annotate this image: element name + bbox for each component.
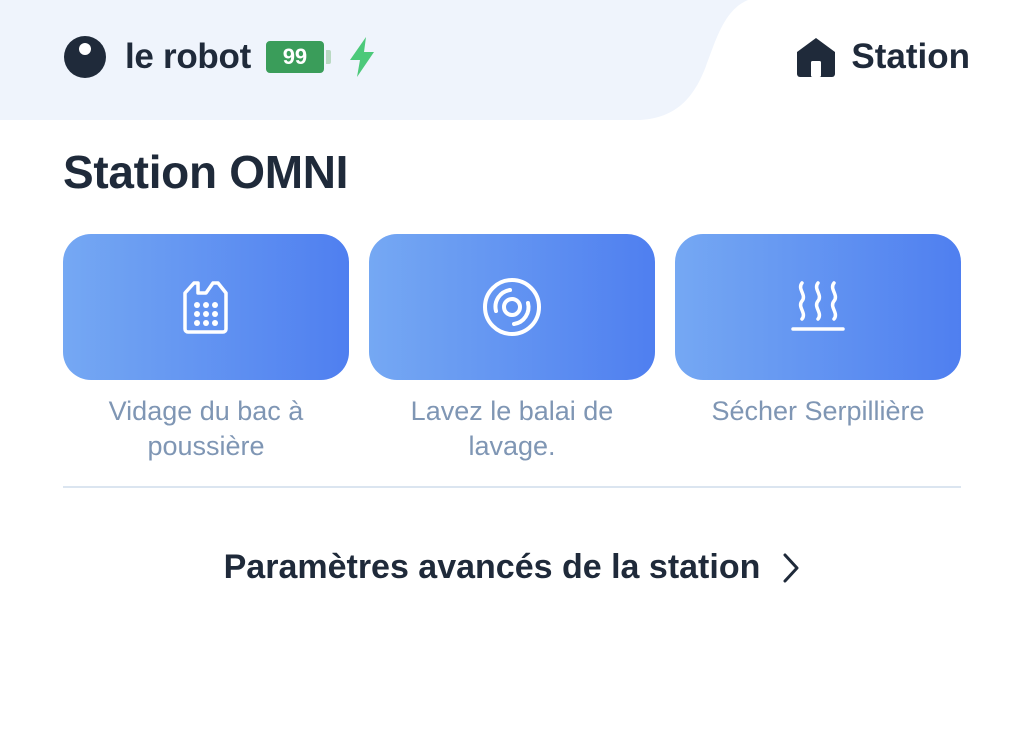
home-icon <box>797 38 836 77</box>
dust-bin-icon <box>183 281 228 334</box>
advanced-settings-label: Paramètres avancés de la station <box>223 548 761 586</box>
chevron-right-icon <box>783 553 799 582</box>
dry-mop-label: Sécher Serpillière <box>711 396 925 426</box>
empty-dust-bin-button[interactable] <box>63 234 349 380</box>
empty-dust-bin-label: Vidage du bac à poussière <box>108 396 304 461</box>
robot-vacuum-icon <box>64 36 106 78</box>
charging-bolt-icon <box>349 37 374 77</box>
page-title: Station OMNI <box>63 146 349 198</box>
battery-indicator: 99 <box>265 41 331 73</box>
battery-cap <box>325 50 331 64</box>
battery-level: 99 <box>265 41 324 73</box>
wash-mop-button[interactable] <box>369 234 655 380</box>
robot-name: le robot <box>125 37 251 76</box>
station-actions: Vidage du bac à poussière Lavez le balai… <box>63 234 961 464</box>
device-tab-bar: le robot 99 Station <box>0 0 1024 120</box>
dry-mop-action[interactable]: Sécher Serpillière <box>675 234 961 464</box>
mop-wash-icon <box>483 278 541 336</box>
empty-dust-bin-action[interactable]: Vidage du bac à poussière <box>63 234 349 464</box>
tab-robot[interactable]: le robot 99 <box>64 36 377 78</box>
advanced-station-settings-link[interactable]: Paramètres avancés de la station <box>0 548 1024 587</box>
section-divider <box>63 486 961 488</box>
dry-mop-button[interactable] <box>675 234 961 380</box>
station-tab-label: Station <box>851 37 970 76</box>
heat-dry-icon <box>791 281 845 331</box>
wash-mop-action[interactable]: Lavez le balai de lavage. <box>369 234 655 464</box>
wash-mop-label: Lavez le balai de lavage. <box>410 396 614 461</box>
tab-station[interactable]: Station <box>795 36 970 78</box>
